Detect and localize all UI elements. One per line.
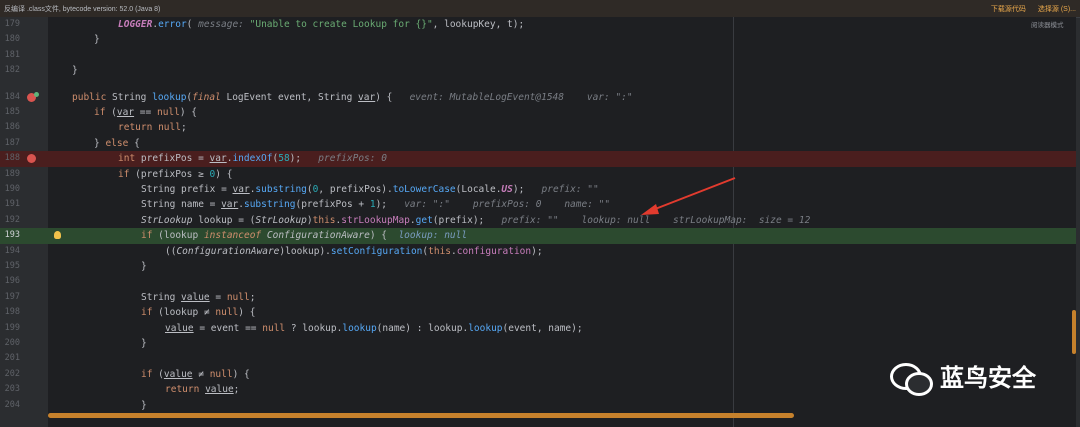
arrow-head <box>641 204 659 215</box>
horizontal-scrollbar[interactable] <box>48 413 794 418</box>
watermark: 蓝鸟安全 <box>890 358 1036 396</box>
watermark-text: 蓝鸟安全 <box>940 364 1036 392</box>
vertical-scrollbar[interactable] <box>1072 310 1076 354</box>
arrow-shaft <box>649 177 736 212</box>
wechat-icon <box>890 359 933 396</box>
